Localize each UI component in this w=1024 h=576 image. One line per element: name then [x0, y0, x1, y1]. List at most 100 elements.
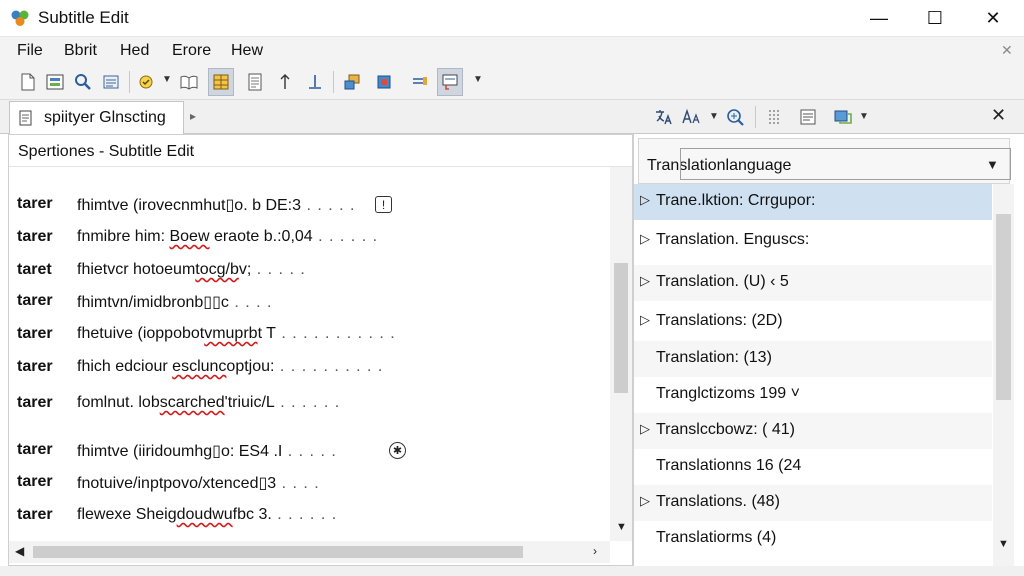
list-item[interactable]: tarer fomlnut. lobscarched'triuic/L . . … — [9, 390, 609, 418]
translation-tree[interactable]: ▷ Trane.lktion: Crrgupor: ▷ Translation.… — [634, 184, 992, 566]
menu-item-file[interactable]: File — [17, 42, 43, 60]
scroll-left-icon[interactable]: ◀ — [15, 544, 24, 558]
list-item[interactable]: tarer fhetuive (ioppobotvmuprbt T . . . … — [9, 321, 609, 349]
row-text: fnmibre him: Boew eraote b.:0,04 . . . .… — [77, 228, 379, 245]
font-size-dropdown-icon[interactable]: ▼ — [709, 111, 719, 122]
tree-item[interactable]: ▷ Trane.lktion: Crrgupor: — [634, 184, 992, 220]
toolbar-separator — [333, 71, 334, 93]
picture-icon[interactable] — [339, 68, 365, 96]
document-icon[interactable] — [242, 68, 268, 96]
sort-down-icon[interactable] — [302, 68, 328, 96]
subtitle-dropdown-icon[interactable]: ▼ — [473, 74, 483, 85]
expand-arrow-icon[interactable]: ▷ — [640, 421, 650, 437]
language-dropdown[interactable]: ▼ — [680, 148, 1011, 180]
spell-check-dropdown-icon[interactable]: ▼ — [162, 74, 172, 85]
tree-item-label: Translccbowz: ( 41) — [656, 421, 795, 438]
horizontal-scrollbar[interactable]: ◀ › — [9, 541, 610, 563]
tree-item[interactable]: ▷ Translccbowz: ( 41) — [634, 413, 992, 449]
row-text: flewexe Sheigdoudwufbc 3. . . . . . . — [77, 506, 338, 523]
tree-item-label: Translatiorms (4) — [656, 529, 777, 546]
translation-panel: Translationlanguage ▼ ▷ Trane.lktion: Cr… — [633, 134, 1024, 566]
scroll-down-icon[interactable]: ▼ — [998, 538, 1009, 550]
merge-icon[interactable] — [833, 104, 853, 130]
open-file-icon[interactable] — [42, 68, 68, 96]
tree-item[interactable]: ▷ Translation. Enguscs: — [634, 223, 992, 259]
document-tab[interactable]: spiityer Glnscting — [9, 101, 184, 134]
toolbar-separator — [129, 71, 130, 93]
color-icon[interactable] — [371, 68, 397, 96]
tree-item[interactable]: ▷ Translations: (2D) — [634, 304, 992, 340]
star-icon[interactable]: ✱ — [389, 442, 406, 459]
list-item[interactable]: tarer flewexe Sheigdoudwufbc 3. . . . . … — [9, 502, 609, 530]
grid-icon[interactable] — [208, 68, 234, 96]
subtitle-icon[interactable] — [437, 68, 463, 96]
new-file-icon[interactable] — [15, 68, 41, 96]
info-icon[interactable]: ! — [375, 196, 392, 213]
vertical-scrollbar[interactable]: ▼ — [610, 167, 632, 541]
find-icon[interactable] — [70, 68, 96, 96]
expand-arrow-icon[interactable]: ▷ — [640, 493, 650, 509]
row-prefix: tarer — [17, 506, 53, 523]
window-bottom-border — [0, 566, 1024, 576]
scroll-down-icon[interactable]: ▼ — [616, 521, 627, 533]
tree-item-label: Translation. (U) ‹ 5 — [656, 273, 789, 290]
row-text: fhimtve (irovecnmhut▯o. b DE:3 . . . . . — [77, 197, 356, 214]
scrollbar-thumb[interactable] — [996, 214, 1011, 400]
tree-item[interactable]: ▷ Translation. (U) ‹ 5 — [634, 265, 992, 301]
menu-item-help[interactable]: Hed — [120, 42, 149, 60]
insert-icon[interactable] — [407, 68, 433, 96]
tree-item[interactable]: ▷ Translations. (48) — [634, 485, 992, 521]
close-panel-icon[interactable]: ✕ — [991, 105, 1006, 126]
subtitle-list[interactable]: ...... ............. tarer fhimtve (irov… — [9, 167, 609, 541]
expand-arrow-icon[interactable]: ▷ — [640, 273, 650, 289]
title-bar: Subtitle Edit — ☐ ✕ — [0, 0, 1024, 36]
tree-item-label: Translationns 16 (24 — [656, 457, 802, 474]
tree-item[interactable]: Translatiorms (4) — [634, 521, 992, 557]
expand-arrow-icon[interactable]: ▷ — [640, 192, 650, 208]
row-prefix: tarer — [17, 394, 53, 411]
menu-item-view[interactable]: Hew — [231, 42, 263, 60]
translate-icon[interactable] — [653, 104, 673, 130]
row-prefix: tarer — [17, 441, 53, 458]
text-block-icon[interactable] — [799, 104, 817, 130]
scroll-right-icon[interactable]: › — [593, 544, 597, 558]
sort-up-icon[interactable] — [272, 68, 298, 96]
minimize-button[interactable]: — — [850, 0, 908, 36]
list-item[interactable]: tarer fhich edciour escluncoptjou: . . .… — [9, 354, 609, 382]
expand-arrow-icon[interactable]: ▷ — [640, 312, 650, 328]
open-book-icon[interactable] — [176, 68, 202, 96]
list-item[interactable]: tarer fhimtvn/imidbronb▯▯c . . . . — [9, 288, 609, 316]
tree-item[interactable]: Translationns 16 (24 — [634, 449, 992, 485]
list-item[interactable]: tarer fnotuive/inptpovo/xtenced▯3 . . . … — [9, 469, 609, 497]
scrollbar-thumb[interactable] — [614, 263, 628, 393]
row-text: fnotuive/inptpovo/xtenced▯3 . . . . — [77, 475, 320, 492]
tree-item[interactable]: Tranglctizoms 199 ˅ — [634, 377, 992, 413]
vertical-scrollbar[interactable]: ▼ — [993, 184, 1014, 566]
scrollbar-thumb[interactable] — [33, 546, 523, 558]
expand-arrow-icon[interactable]: ▷ — [640, 231, 650, 247]
tree-item-label: Translations. (48) — [656, 493, 780, 510]
spell-check-icon[interactable] — [134, 68, 160, 96]
list-item[interactable]: taret fhietvcr hotoeumtocg/bv; . . . . . — [9, 257, 609, 285]
merge-dropdown-icon[interactable]: ▼ — [859, 111, 869, 122]
panel-header: Spertiones - Subtitle Edit — [9, 135, 632, 167]
row-text: fomlnut. lobscarched'triuic/L . . . . . … — [77, 394, 341, 411]
tree-item-label: Trane.lktion: Crrgupor: — [656, 192, 816, 209]
font-size-icon[interactable] — [681, 104, 703, 130]
menu-item-tools[interactable]: Erore — [172, 42, 211, 60]
close-window-button[interactable]: ✕ — [964, 0, 1022, 36]
tree-item-label: Tranglctizoms 199 ˅ — [656, 385, 800, 402]
zoom-icon[interactable] — [725, 104, 745, 130]
list-item[interactable]: tarer fnmibre him: Boew eraote b.:0,04 .… — [9, 224, 609, 252]
list-item[interactable]: tarer fhimtve (iiridoumhg▯o: ES4 .I . . … — [9, 437, 609, 465]
maximize-button[interactable]: ☐ — [906, 0, 964, 36]
list-icon[interactable] — [98, 68, 124, 96]
tree-item[interactable]: Translation: (13) — [634, 341, 992, 377]
row-prefix: tarer — [17, 292, 53, 309]
menu-item-edit[interactable]: Bbrit — [64, 42, 97, 60]
columns-icon[interactable] — [765, 104, 783, 130]
list-item[interactable]: tarer fhimtve (irovecnmhut▯o. b DE:3 . .… — [9, 191, 609, 219]
document-tab-strip: spiityer Glnscting ▸ — [0, 100, 633, 134]
menu-close-icon[interactable]: ✕ — [1001, 42, 1013, 59]
tab-scroll-icon[interactable]: ▸ — [190, 109, 196, 123]
